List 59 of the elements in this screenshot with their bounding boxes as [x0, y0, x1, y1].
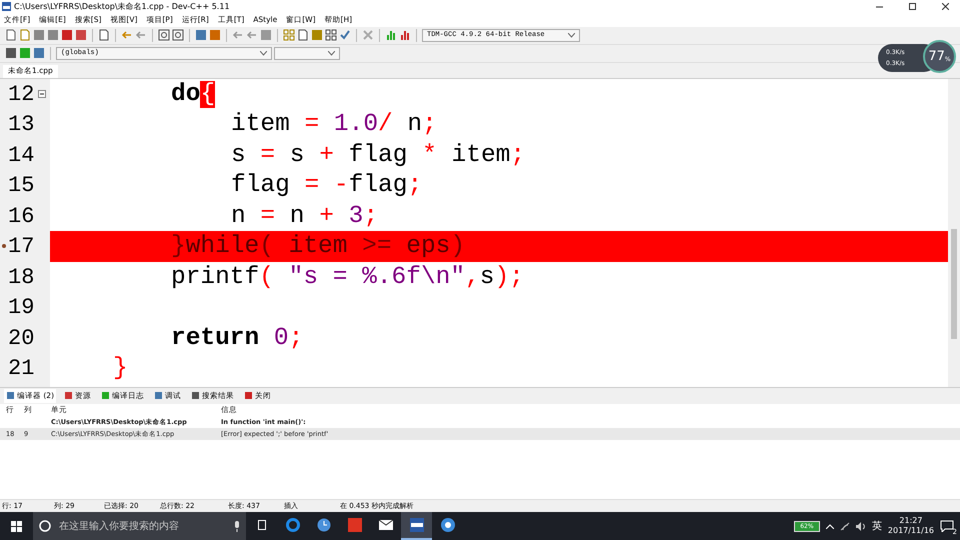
windows-logo-icon: [11, 520, 22, 532]
line-number: 16: [8, 204, 34, 228]
redo-icon[interactable]: [135, 29, 147, 42]
input-method-indicator[interactable]: 英: [872, 519, 882, 533]
clock-icon: [316, 518, 330, 532]
print-icon[interactable]: [98, 29, 110, 42]
line-number: 13: [8, 112, 34, 137]
app-icon: [348, 518, 362, 532]
chart-icon[interactable]: [385, 29, 397, 42]
line-number: 21: [8, 356, 34, 381]
line-number: 19: [8, 295, 34, 320]
clock-time[interactable]: 21:27: [899, 516, 922, 526]
mail-icon: [378, 520, 392, 530]
find-icon[interactable]: [158, 29, 170, 42]
line-number: 12: [8, 82, 34, 106]
document-icon[interactable]: [19, 29, 31, 42]
line-number: 14: [8, 142, 34, 168]
maximize-icon: [908, 3, 916, 10]
taskbar-app[interactable]: [401, 512, 432, 540]
chevron-down-icon: [260, 50, 267, 56]
line-number: 15: [8, 173, 34, 198]
error-marker-icon: [2, 244, 6, 248]
task-view-icon: [256, 520, 268, 530]
scrollbar[interactable]: [948, 78, 960, 386]
tab-icon: [244, 391, 254, 400]
app-icon: [410, 518, 424, 532]
undo-icon[interactable]: [121, 29, 133, 42]
check-icon[interactable]: [339, 29, 351, 42]
circle-icon: [39, 520, 51, 532]
forward-icon[interactable]: [246, 29, 258, 42]
grid-icon[interactable]: [325, 29, 337, 42]
network-icon[interactable]: [840, 522, 850, 530]
line-number: 18: [8, 264, 34, 290]
speaker-icon[interactable]: [856, 522, 866, 530]
taskbar-search-bar[interactable]: 在这里输入你要搜索的内容: [33, 512, 246, 540]
search-input[interactable]: 在这里输入你要搜索的内容: [57, 520, 228, 532]
window-title: C:\Users\LYFRRS\Desktop\未命名1.cpp - Dev-C++ 5.11: [14, 1, 231, 12]
fold-icon[interactable]: [38, 90, 46, 98]
line-number: 17: [8, 234, 34, 259]
minimize-icon: [876, 6, 882, 8]
tab-icon: [191, 391, 200, 400]
microphone-icon: [234, 520, 240, 532]
chevron-down-icon: [568, 32, 575, 38]
line-number: 20: [8, 326, 34, 350]
tab-icon: [6, 391, 15, 400]
clock-date[interactable]: 2017/11/16: [888, 526, 934, 536]
replace-icon[interactable]: [172, 29, 184, 42]
close-icon: [942, 3, 948, 10]
tab-icon: [64, 391, 74, 400]
new-file-icon[interactable]: [5, 29, 17, 42]
app-icon: [440, 518, 454, 532]
back-icon[interactable]: [232, 29, 244, 42]
browser-icon: [286, 518, 300, 532]
tab-icon: [101, 391, 110, 400]
tab-icon: [154, 391, 164, 400]
chevron-up-icon[interactable]: [826, 524, 834, 528]
chevron-down-icon: [328, 50, 335, 56]
chart-icon[interactable]: [399, 29, 411, 42]
notification-icon[interactable]: [940, 520, 954, 532]
